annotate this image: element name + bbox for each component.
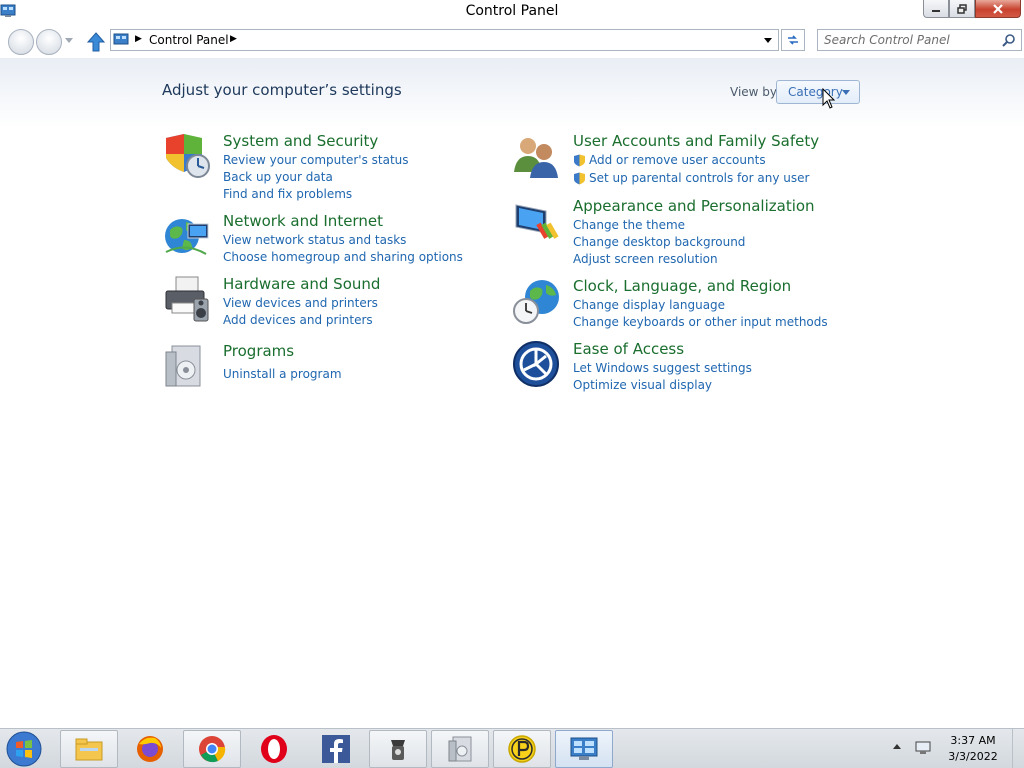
address-dropdown-icon[interactable] bbox=[764, 38, 772, 43]
search-box[interactable] bbox=[817, 29, 1022, 51]
chrome-icon bbox=[199, 736, 226, 763]
taskbar-item-facebook[interactable] bbox=[307, 730, 365, 768]
ease-of-access-icon[interactable] bbox=[512, 340, 560, 388]
link-network-status[interactable]: View network status and tasks bbox=[223, 233, 406, 247]
window-controls bbox=[923, 0, 1021, 20]
back-button[interactable] bbox=[8, 29, 34, 55]
globe-network-icon[interactable] bbox=[162, 212, 210, 260]
users-icon[interactable] bbox=[512, 132, 560, 180]
category-title[interactable]: Clock, Language, and Region bbox=[573, 277, 791, 295]
link-add-remove-users[interactable]: Add or remove user accounts bbox=[573, 153, 766, 167]
link-display-language[interactable]: Change display language bbox=[573, 298, 725, 312]
display-paint-icon[interactable] bbox=[512, 197, 560, 245]
taskbar-item-chrome[interactable] bbox=[183, 730, 241, 768]
show-desktop-button[interactable] bbox=[1012, 729, 1024, 768]
link-desktop-background[interactable]: Change desktop background bbox=[573, 235, 745, 249]
minimize-button[interactable] bbox=[923, 0, 949, 18]
view-by-dropdown[interactable]: Category bbox=[776, 80, 860, 104]
mouse-cursor-icon bbox=[822, 88, 836, 109]
opera-icon bbox=[261, 735, 287, 763]
clock-date: 3/3/2022 bbox=[948, 750, 998, 763]
category-title[interactable]: Programs bbox=[223, 342, 294, 360]
restore-button[interactable] bbox=[949, 0, 975, 18]
facebook-icon bbox=[322, 735, 350, 763]
minimize-icon bbox=[932, 9, 940, 12]
category-title[interactable]: User Accounts and Family Safety bbox=[573, 132, 819, 150]
printer-speaker-icon[interactable] bbox=[162, 275, 210, 323]
chevron-down-icon bbox=[842, 90, 850, 95]
refresh-button[interactable] bbox=[781, 29, 805, 51]
category-title[interactable]: Hardware and Sound bbox=[223, 275, 380, 293]
up-arrow-icon[interactable] bbox=[87, 32, 105, 52]
link-screen-resolution[interactable]: Adjust screen resolution bbox=[573, 252, 718, 266]
link-uninstall-program[interactable]: Uninstall a program bbox=[223, 367, 342, 381]
address-bar[interactable]: ▶ Control Panel ▶ bbox=[110, 29, 779, 51]
category-title[interactable]: System and Security bbox=[223, 132, 378, 150]
recent-pages-dropdown-icon[interactable] bbox=[65, 38, 73, 43]
show-hidden-icons-button[interactable] bbox=[893, 744, 901, 749]
link-keyboards-input[interactable]: Change keyboards or other input methods bbox=[573, 315, 828, 329]
search-input[interactable] bbox=[824, 33, 994, 47]
breadcrumb-arrow-icon[interactable]: ▶ bbox=[135, 34, 142, 44]
uac-shield-icon bbox=[574, 154, 585, 167]
control-panel-icon bbox=[570, 737, 598, 760]
category-title[interactable]: Network and Internet bbox=[223, 212, 383, 230]
link-view-devices[interactable]: View devices and printers bbox=[223, 296, 378, 310]
taskbar-item-p-app[interactable] bbox=[493, 730, 551, 768]
link-find-fix-problems[interactable]: Find and fix problems bbox=[223, 187, 352, 201]
taskbar-item-explorer[interactable] bbox=[60, 730, 118, 768]
link-parental-controls[interactable]: Set up parental controls for any user bbox=[573, 171, 809, 185]
link-label: Set up parental controls for any user bbox=[589, 171, 810, 185]
clock-globe-icon[interactable] bbox=[512, 277, 560, 325]
page-title: Adjust your computer’s settings bbox=[162, 81, 402, 99]
refresh-icon bbox=[788, 35, 798, 45]
taskbar-item-control-panel[interactable] bbox=[555, 730, 613, 768]
programs-app-icon bbox=[448, 736, 472, 762]
p-app-icon bbox=[508, 735, 536, 763]
link-change-theme[interactable]: Change the theme bbox=[573, 218, 685, 232]
system-clock[interactable]: 3:37 AM 3/3/2022 bbox=[940, 733, 1006, 765]
link-optimize-display[interactable]: Optimize visual display bbox=[573, 378, 712, 392]
programs-box-icon[interactable] bbox=[162, 342, 210, 390]
link-homegroup-sharing[interactable]: Choose homegroup and sharing options bbox=[223, 250, 463, 264]
link-review-status[interactable]: Review your computer's status bbox=[223, 153, 409, 167]
taskbar-item-opera[interactable] bbox=[245, 730, 303, 768]
link-suggest-settings[interactable]: Let Windows suggest settings bbox=[573, 361, 752, 375]
uac-shield-icon bbox=[574, 172, 585, 185]
breadcrumb-control-panel[interactable]: Control Panel bbox=[149, 33, 229, 47]
shield-icon[interactable] bbox=[162, 132, 210, 180]
link-back-up-data[interactable]: Back up your data bbox=[223, 170, 333, 184]
search-icon[interactable] bbox=[1002, 33, 1016, 47]
file-explorer-icon bbox=[75, 738, 103, 761]
start-button-icon[interactable] bbox=[4, 730, 44, 768]
network-icon[interactable] bbox=[914, 740, 932, 756]
control-panel-icon bbox=[113, 33, 129, 45]
close-icon bbox=[993, 3, 1003, 14]
link-add-devices[interactable]: Add devices and printers bbox=[223, 313, 373, 327]
taskbar-item-coffee[interactable] bbox=[369, 730, 427, 768]
clock-time: 3:37 AM bbox=[950, 734, 996, 747]
category-title[interactable]: Ease of Access bbox=[573, 340, 684, 358]
forward-button[interactable] bbox=[36, 29, 62, 55]
link-label: Add or remove user accounts bbox=[589, 153, 766, 167]
firefox-icon bbox=[137, 736, 163, 762]
coffee-app-icon bbox=[391, 740, 405, 760]
breadcrumb-arrow-icon[interactable]: ▶ bbox=[230, 34, 237, 44]
content-header-background bbox=[0, 58, 1024, 128]
window-title: Control Panel bbox=[465, 3, 559, 19]
view-by-label: View by: bbox=[730, 85, 781, 99]
title-bar: Control Panel bbox=[0, 0, 1024, 26]
taskbar: 3:37 AM 3/3/2022 bbox=[0, 728, 1024, 768]
taskbar-item-programs[interactable] bbox=[431, 730, 489, 768]
navigation-bar: ▶ Control Panel ▶ bbox=[0, 26, 1024, 58]
restore-icon bbox=[957, 3, 967, 14]
category-title[interactable]: Appearance and Personalization bbox=[573, 197, 815, 215]
close-button[interactable] bbox=[975, 0, 1021, 18]
taskbar-item-firefox[interactable] bbox=[121, 730, 179, 768]
